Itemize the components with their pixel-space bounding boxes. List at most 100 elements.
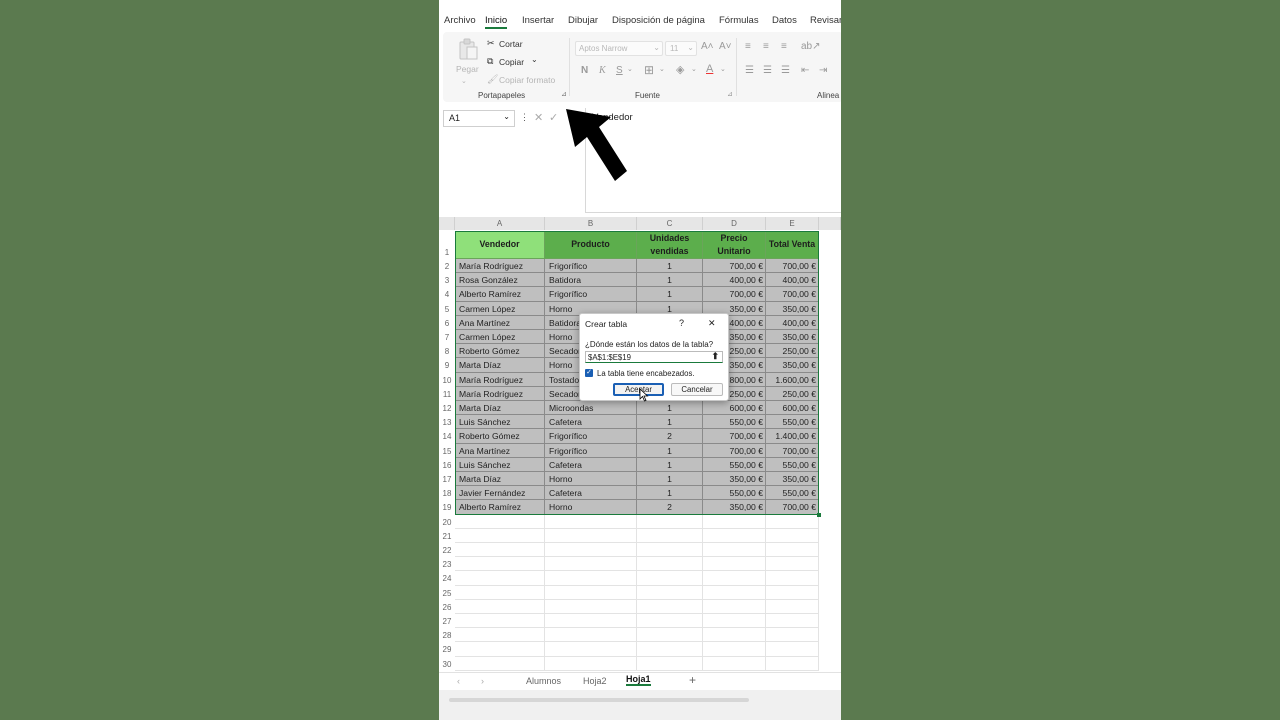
empty-cell[interactable] [455, 557, 545, 572]
align-center-icon[interactable]: ☰ [763, 65, 772, 76]
row-header[interactable]: 17 [439, 472, 455, 486]
row-header[interactable]: 22 [439, 543, 455, 557]
empty-cell[interactable] [637, 557, 703, 572]
sheet-tab-hoja2[interactable]: Hoja2 [583, 676, 607, 686]
empty-cell[interactable] [703, 557, 766, 572]
menu-disposicion[interactable]: Disposición de página [612, 15, 705, 26]
empty-cell[interactable] [455, 628, 545, 643]
row-header[interactable]: 2 [439, 259, 455, 273]
name-box[interactable]: A1 ⌄ [443, 110, 515, 127]
empty-cell[interactable] [637, 628, 703, 643]
empty-cell[interactable] [637, 528, 703, 543]
column-header-c[interactable]: C [637, 217, 703, 230]
row-header[interactable]: 14 [439, 429, 455, 443]
align-bottom-icon[interactable]: ≡ [781, 41, 787, 52]
menu-datos[interactable]: Datos [772, 15, 797, 26]
empty-cell[interactable] [703, 656, 766, 671]
empty-cell[interactable] [545, 642, 637, 657]
dialog-launcher-icon[interactable]: ⊿ [561, 90, 567, 98]
row-header[interactable]: 15 [439, 444, 455, 458]
empty-cell[interactable] [703, 599, 766, 614]
empty-cell[interactable] [455, 543, 545, 558]
row-header[interactable]: 25 [439, 586, 455, 600]
chevron-down-icon[interactable]: ⌄ [659, 65, 665, 73]
scroll-left-icon[interactable]: ‹ [457, 676, 460, 686]
format-painter-button[interactable]: 🖌 Copiar formato [487, 74, 567, 86]
empty-cell[interactable] [545, 599, 637, 614]
empty-cell[interactable] [455, 656, 545, 671]
cancel-formula-icon[interactable]: ✕ [534, 111, 543, 124]
underline-button[interactable]: S [616, 65, 623, 76]
row-header[interactable]: 18 [439, 486, 455, 500]
row-header[interactable]: 1 [439, 231, 455, 259]
row-header[interactable]: 23 [439, 557, 455, 571]
scroll-right-icon[interactable]: › [481, 676, 484, 686]
copy-button[interactable]: ⧉ Copiar ⌄ [487, 55, 543, 68]
empty-cell[interactable] [545, 543, 637, 558]
bold-button[interactable]: N [581, 65, 588, 76]
row-header[interactable]: 21 [439, 529, 455, 543]
empty-cell[interactable] [637, 585, 703, 600]
empty-cell[interactable] [766, 528, 819, 543]
empty-cell[interactable] [703, 571, 766, 586]
row-header[interactable]: 29 [439, 642, 455, 656]
empty-cell[interactable] [545, 656, 637, 671]
empty-cell[interactable] [766, 543, 819, 558]
empty-cell[interactable] [766, 585, 819, 600]
empty-cell[interactable] [545, 514, 637, 529]
empty-cell[interactable] [637, 514, 703, 529]
menu-inicio[interactable]: Inicio [485, 15, 508, 29]
borders-icon[interactable]: ⊞ [644, 63, 654, 77]
row-header[interactable]: 30 [439, 657, 455, 671]
row-header[interactable]: 7 [439, 330, 455, 344]
chevron-down-icon[interactable]: ⌄ [720, 65, 726, 73]
font-color-icon[interactable]: A [706, 63, 713, 75]
align-top-icon[interactable]: ≡ [745, 41, 751, 52]
row-header[interactable]: 24 [439, 571, 455, 585]
row-header[interactable]: 4 [439, 287, 455, 301]
close-button[interactable]: ✕ [708, 318, 716, 329]
row-header[interactable]: 9 [439, 358, 455, 372]
empty-cell[interactable] [545, 614, 637, 629]
empty-cell[interactable] [766, 571, 819, 586]
empty-cell[interactable] [455, 614, 545, 629]
menu-revisar[interactable]: Revisar [810, 15, 841, 26]
empty-cell[interactable] [637, 614, 703, 629]
empty-cell[interactable] [545, 628, 637, 643]
sheet-tab-alumnos[interactable]: Alumnos [526, 676, 561, 686]
empty-cell[interactable] [766, 642, 819, 657]
menu-insertar[interactable]: Insertar [522, 15, 554, 26]
fill-color-icon[interactable]: ◈ [676, 63, 684, 76]
sheet-tab-hoja1[interactable]: Hoja1 [626, 674, 651, 686]
align-right-icon[interactable]: ☰ [781, 65, 790, 76]
empty-cell[interactable] [455, 599, 545, 614]
empty-cell[interactable] [637, 656, 703, 671]
empty-cell[interactable] [545, 528, 637, 543]
chevron-down-icon[interactable]: ⌄ [627, 65, 633, 73]
empty-cell[interactable] [766, 514, 819, 529]
confirm-formula-icon[interactable]: ✓ [549, 111, 558, 124]
empty-cell[interactable] [637, 543, 703, 558]
font-name-box[interactable]: Aptos Narrow ⌄ [575, 41, 663, 56]
italic-button[interactable]: K [599, 65, 606, 76]
row-header[interactable]: 26 [439, 600, 455, 614]
empty-cell[interactable] [703, 514, 766, 529]
empty-cell[interactable] [455, 642, 545, 657]
empty-cell[interactable] [703, 528, 766, 543]
column-header-e[interactable]: E [766, 217, 819, 230]
empty-cell[interactable] [703, 543, 766, 558]
increase-indent-icon[interactable]: ⇥ [819, 65, 827, 76]
select-all-corner[interactable] [439, 217, 455, 230]
empty-cell[interactable] [545, 571, 637, 586]
row-header[interactable]: 19 [439, 500, 455, 514]
font-size-box[interactable]: 11 ⌄ [665, 41, 697, 56]
cut-button[interactable]: ✂ Cortar [487, 38, 537, 50]
empty-cell[interactable] [766, 557, 819, 572]
empty-cell[interactable] [766, 599, 819, 614]
dialog-launcher-icon[interactable]: ⊿ [727, 90, 733, 98]
empty-cell[interactable] [545, 585, 637, 600]
empty-cell[interactable] [455, 571, 545, 586]
more-icon[interactable]: ⋮ [520, 112, 529, 123]
align-middle-icon[interactable]: ≡ [763, 41, 769, 52]
row-header[interactable]: 13 [439, 415, 455, 429]
